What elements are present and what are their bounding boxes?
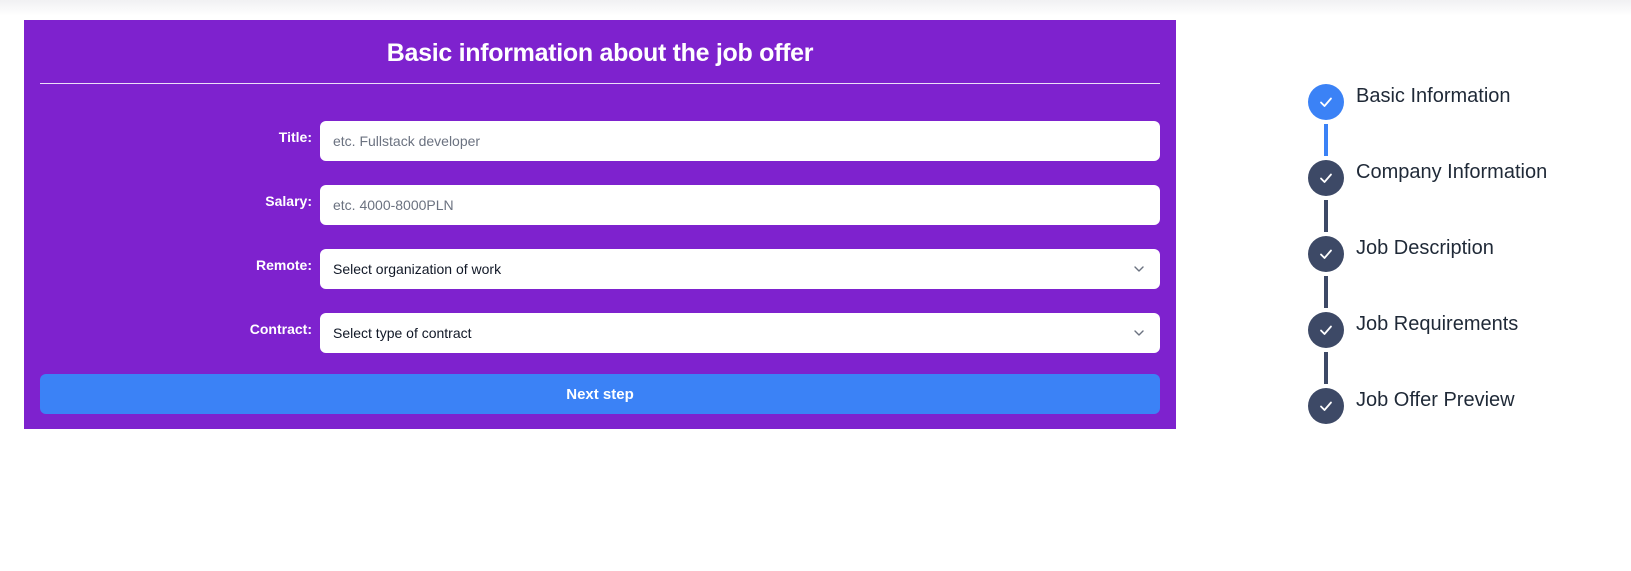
contract-select-value: Select type of contract — [333, 325, 472, 341]
step-connector — [1324, 124, 1328, 156]
step-label: Job Offer Preview — [1356, 389, 1515, 411]
check-icon — [1320, 401, 1332, 411]
remote-label: Remote: — [255, 257, 312, 273]
step-indicator — [1308, 84, 1344, 120]
step-label: Company Information — [1356, 161, 1548, 183]
chevron-down-icon — [1134, 266, 1144, 272]
step-connector — [1324, 352, 1328, 384]
title-label: Title: — [278, 129, 312, 145]
top-shadow — [0, 0, 1631, 16]
step-job-requirements[interactable]: Job Requirements — [1308, 312, 1608, 348]
progress-stepper: Basic Information Company Information Jo… — [1308, 84, 1608, 424]
remote-row: Remote: Select organization of work — [40, 249, 1160, 289]
step-label: Basic Information — [1356, 85, 1511, 107]
check-icon — [1320, 249, 1332, 259]
salary-row: Salary: — [40, 185, 1160, 225]
contract-row: Contract: Select type of contract — [40, 313, 1160, 353]
salary-input[interactable] — [320, 185, 1160, 225]
contract-select[interactable]: Select type of contract — [320, 313, 1160, 353]
step-connector — [1324, 200, 1328, 232]
title-row: Title: — [40, 121, 1160, 161]
form-title: Basic information about the job offer — [386, 39, 814, 67]
step-job-offer-preview[interactable]: Job Offer Preview — [1308, 388, 1608, 424]
check-icon — [1320, 325, 1332, 335]
title-input[interactable] — [320, 121, 1160, 161]
remote-select[interactable]: Select organization of work — [320, 249, 1160, 289]
step-indicator — [1308, 236, 1344, 272]
remote-select-value: Select organization of work — [333, 261, 502, 277]
check-icon — [1320, 173, 1332, 183]
step-label: Job Description — [1356, 237, 1494, 259]
contract-label: Contract: — [249, 321, 312, 337]
step-indicator — [1308, 160, 1344, 196]
salary-field-wrap — [320, 185, 1160, 225]
step-indicator — [1308, 312, 1344, 348]
step-job-description[interactable]: Job Description — [1308, 236, 1608, 272]
job-offer-form: Basic information about the job offer Ti… — [24, 20, 1176, 429]
step-basic-information[interactable]: Basic Information — [1308, 84, 1608, 120]
step-connector — [1324, 276, 1328, 308]
title-divider — [40, 83, 1160, 84]
check-icon — [1320, 97, 1332, 107]
salary-label: Salary: — [265, 193, 312, 209]
title-field-wrap — [320, 121, 1160, 161]
step-label: Job Requirements — [1356, 313, 1519, 335]
step-indicator — [1308, 388, 1344, 424]
step-company-information[interactable]: Company Information — [1308, 160, 1608, 196]
next-step-button[interactable]: Next step — [40, 374, 1160, 414]
chevron-down-icon — [1134, 330, 1144, 336]
